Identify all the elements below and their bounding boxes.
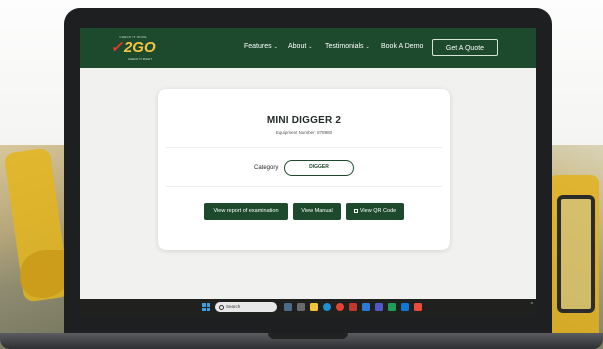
brand-logo[interactable]: CHECK IT ONCE ✓ 2GO CHECK IT RIGHT	[110, 35, 156, 61]
teams-icon[interactable]	[375, 303, 383, 311]
logo-subline: CHECK IT RIGHT	[127, 57, 153, 61]
category-label: Category	[254, 165, 279, 171]
view-report-button[interactable]: View report of examination	[204, 203, 288, 220]
get-quote-button[interactable]: Get A Quote	[432, 39, 498, 56]
excavator-cab-right	[557, 195, 595, 313]
taskbar-search-input[interactable]: Search	[215, 302, 277, 312]
windows-start-icon[interactable]	[202, 303, 210, 311]
laptop-screen: CHECK IT ONCE ✓ 2GO CHECK IT RIGHT Featu…	[80, 28, 536, 315]
equipment-title: MINI DIGGER 2	[266, 115, 342, 126]
settings-icon[interactable]	[414, 303, 422, 311]
category-badge: DIGGER	[284, 160, 354, 176]
nav-testimonials[interactable]: Testimonials ⌄	[325, 43, 370, 50]
nav-book-demo[interactable]: Book A Demo	[381, 43, 423, 50]
excel-icon[interactable]	[388, 303, 396, 311]
logo-mark: ✓ 2GO	[110, 39, 156, 56]
nav-book-demo-label: Book A Demo	[381, 43, 424, 50]
store-icon[interactable]	[362, 303, 370, 311]
logo-text: 2GO	[123, 39, 156, 56]
view-manual-button[interactable]: View Manual	[293, 203, 341, 220]
file-explorer-icon[interactable]	[310, 303, 318, 311]
divider	[166, 147, 442, 148]
nav-about[interactable]: About ⌄	[288, 43, 313, 50]
equipment-card: MINI DIGGER 2 Equipment Number: 878980 C…	[158, 89, 450, 250]
acrobat-icon[interactable]	[349, 303, 357, 311]
nav-about-label: About	[288, 43, 307, 50]
nav-testimonials-label: Testimonials	[325, 43, 364, 50]
divider	[166, 186, 442, 187]
search-icon	[219, 305, 224, 310]
chevron-down-icon: ⌄	[365, 44, 370, 50]
chevron-down-icon: ⌄	[308, 44, 313, 50]
windows-taskbar: Search ^	[80, 299, 536, 315]
qr-code-icon	[353, 209, 358, 213]
laptop-notch	[268, 333, 348, 339]
taskbar-search-placeholder: Search	[226, 304, 241, 309]
edge-icon[interactable]	[323, 303, 331, 311]
chrome-icon[interactable]	[336, 303, 344, 311]
nav-features[interactable]: Features ⌄	[244, 43, 278, 50]
equipment-number: Equipment Number: 878980	[275, 130, 333, 135]
outlook-icon[interactable]	[401, 303, 409, 311]
view-qr-code-label: View QR Code	[359, 208, 397, 214]
task-view-icon[interactable]	[284, 303, 292, 311]
widgets-icon[interactable]	[297, 303, 305, 311]
chevron-up-icon[interactable]: ^	[531, 302, 533, 308]
chevron-down-icon: ⌄	[273, 44, 278, 50]
nav-features-label: Features	[244, 43, 272, 50]
view-qr-code-button[interactable]: View QR Code	[346, 203, 404, 220]
top-navbar: CHECK IT ONCE ✓ 2GO CHECK IT RIGHT Featu…	[80, 28, 536, 68]
